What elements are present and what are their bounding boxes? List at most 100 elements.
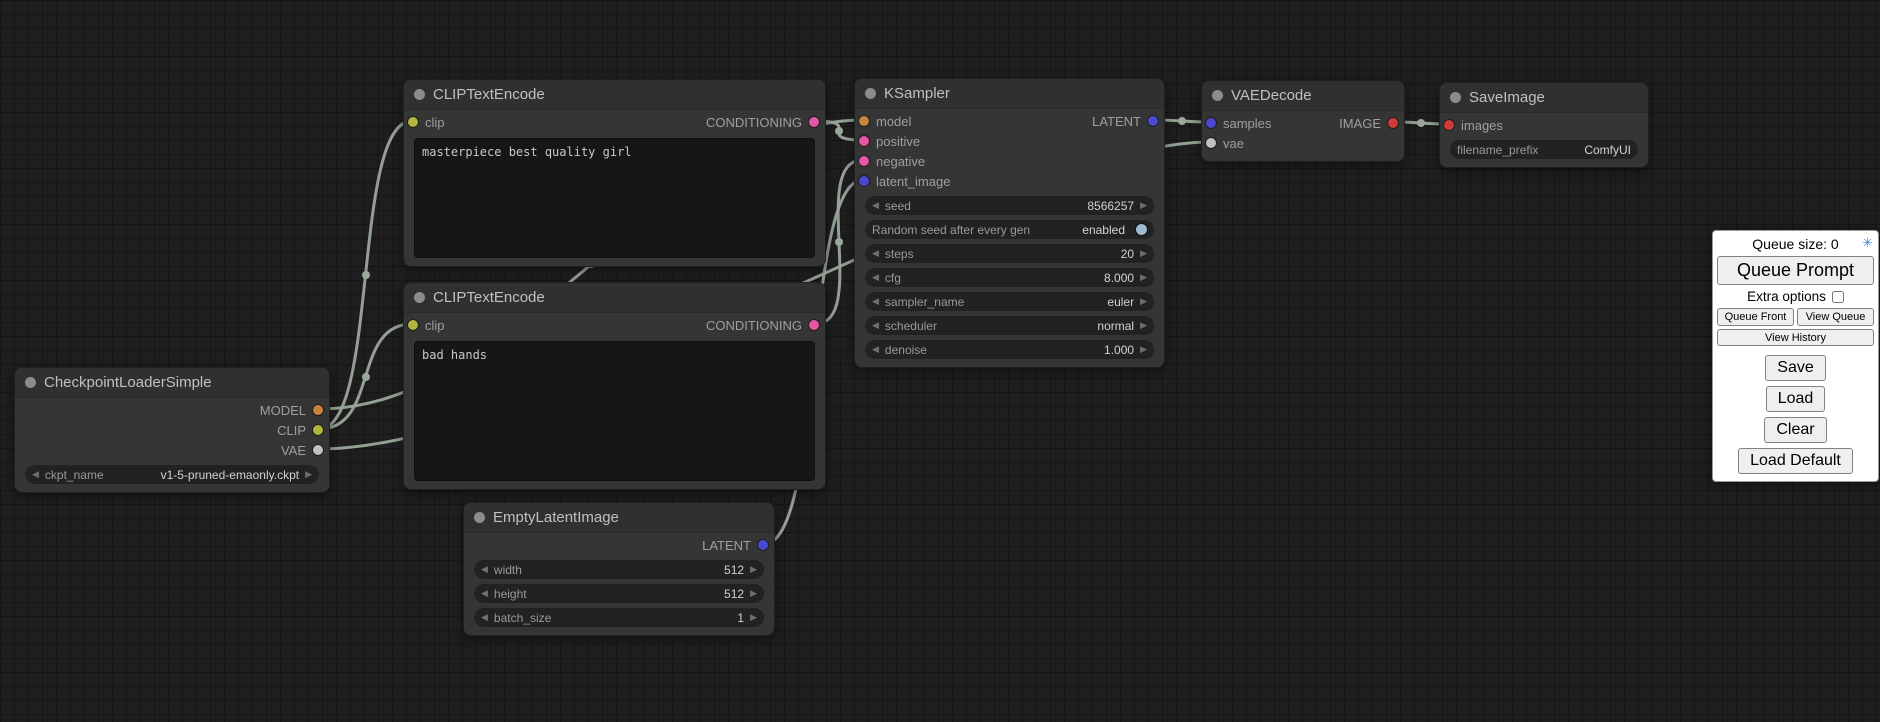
- node-title-bar[interactable]: CLIPTextEncode: [404, 80, 825, 110]
- output-label: LATENT: [1092, 114, 1141, 129]
- node-title: CLIPTextEncode: [433, 86, 545, 103]
- input-slot-samples[interactable]: [1206, 118, 1216, 128]
- output-label: LATENT: [702, 538, 751, 553]
- output-label: CLIP: [277, 423, 306, 438]
- widget-label: denoise: [885, 343, 927, 357]
- view-queue-button[interactable]: View Queue: [1797, 308, 1874, 326]
- decrement-arrow-icon[interactable]: ◀: [872, 297, 879, 306]
- widget-label: steps: [885, 247, 914, 261]
- output-slot-image[interactable]: [1388, 118, 1398, 128]
- widget-value: 1.000: [1104, 343, 1134, 357]
- node-title-bar[interactable]: CLIPTextEncode: [404, 283, 825, 313]
- input-slot-vae[interactable]: [1206, 138, 1216, 148]
- increment-arrow-icon[interactable]: ▶: [1140, 201, 1147, 210]
- widget-denoise[interactable]: ◀ denoise 1.000 ▶: [865, 340, 1154, 359]
- increment-arrow-icon[interactable]: ▶: [1140, 345, 1147, 354]
- widget-height[interactable]: ◀ height 512 ▶: [474, 584, 764, 603]
- input-label: latent_image: [876, 174, 950, 189]
- node-empty-latent-image[interactable]: EmptyLatentImage LATENT ◀ width 512 ▶ ◀ …: [463, 502, 775, 636]
- node-title-bar[interactable]: KSampler: [855, 79, 1164, 109]
- input-label: clip: [425, 318, 445, 333]
- output-label: CONDITIONING: [706, 115, 802, 130]
- clear-button[interactable]: Clear: [1764, 417, 1826, 443]
- collapse-dot-icon[interactable]: [1450, 92, 1461, 103]
- negative-prompt-textarea[interactable]: bad hands: [414, 341, 815, 481]
- view-history-button[interactable]: View History: [1717, 329, 1874, 346]
- collapse-dot-icon[interactable]: [25, 377, 36, 388]
- save-button[interactable]: Save: [1765, 355, 1825, 381]
- settings-icon[interactable]: ✳: [1862, 235, 1873, 251]
- output-slot-latent[interactable]: [758, 540, 768, 550]
- node-clip-text-encode-negative[interactable]: CLIPTextEncode clip CONDITIONING bad han…: [403, 282, 826, 490]
- input-slot-model[interactable]: [859, 116, 869, 126]
- collapse-dot-icon[interactable]: [865, 88, 876, 99]
- increment-arrow-icon[interactable]: ▶: [1140, 321, 1147, 330]
- node-checkpoint-loader-simple[interactable]: CheckpointLoaderSimple MODEL CLIP VAE: [14, 367, 330, 493]
- widget-seed[interactable]: ◀ seed 8566257 ▶: [865, 196, 1154, 215]
- widget-value: euler: [1107, 295, 1134, 309]
- extra-options-checkbox[interactable]: [1832, 291, 1844, 303]
- increment-arrow-icon[interactable]: ▶: [1140, 273, 1147, 282]
- collapse-dot-icon[interactable]: [414, 292, 425, 303]
- load-default-button[interactable]: Load Default: [1738, 448, 1853, 474]
- decrement-arrow-icon[interactable]: ◀: [872, 345, 879, 354]
- increment-arrow-icon[interactable]: ▶: [305, 470, 312, 479]
- increment-arrow-icon[interactable]: ▶: [750, 613, 757, 622]
- widget-seed-control[interactable]: Random seed after every gen enabled: [865, 220, 1154, 239]
- output-slot-latent[interactable]: [1148, 116, 1158, 126]
- widget-sampler-name[interactable]: ◀ sampler_name euler ▶: [865, 292, 1154, 311]
- input-slot-negative[interactable]: [859, 156, 869, 166]
- widget-filename-prefix[interactable]: filename_prefix ComfyUI: [1450, 140, 1638, 159]
- node-title-bar[interactable]: CheckpointLoaderSimple: [15, 368, 329, 398]
- decrement-arrow-icon[interactable]: ◀: [32, 470, 39, 479]
- seed-control-toggle-icon[interactable]: [1136, 224, 1147, 235]
- widget-label: batch_size: [494, 611, 551, 625]
- widget-scheduler[interactable]: ◀ scheduler normal ▶: [865, 316, 1154, 335]
- queue-prompt-button[interactable]: Queue Prompt: [1717, 256, 1874, 285]
- collapse-dot-icon[interactable]: [1212, 90, 1223, 101]
- decrement-arrow-icon[interactable]: ◀: [481, 589, 488, 598]
- output-slot-conditioning[interactable]: [809, 117, 819, 127]
- increment-arrow-icon[interactable]: ▶: [1140, 297, 1147, 306]
- link-midpoint-dot: [835, 127, 843, 135]
- input-slot-positive[interactable]: [859, 136, 869, 146]
- widget-batch-size[interactable]: ◀ batch_size 1 ▶: [474, 608, 764, 627]
- widget-steps[interactable]: ◀ steps 20 ▶: [865, 244, 1154, 263]
- widget-value: normal: [1097, 319, 1134, 333]
- increment-arrow-icon[interactable]: ▶: [750, 589, 757, 598]
- input-label: model: [876, 114, 911, 129]
- positive-prompt-textarea[interactable]: masterpiece best quality girl: [414, 138, 815, 258]
- queue-front-button[interactable]: Queue Front: [1717, 308, 1794, 326]
- output-slot-conditioning[interactable]: [809, 320, 819, 330]
- collapse-dot-icon[interactable]: [414, 89, 425, 100]
- widget-cfg[interactable]: ◀ cfg 8.000 ▶: [865, 268, 1154, 287]
- comfy-menu-panel[interactable]: Queue size: 0 ✳ Queue Prompt Extra optio…: [1712, 230, 1879, 482]
- input-slot-clip[interactable]: [408, 117, 418, 127]
- node-ksampler[interactable]: KSampler model LATENT positive: [854, 78, 1165, 368]
- node-title-bar[interactable]: SaveImage: [1440, 83, 1648, 113]
- output-slot-model[interactable]: [313, 405, 323, 415]
- decrement-arrow-icon[interactable]: ◀: [481, 565, 488, 574]
- decrement-arrow-icon[interactable]: ◀: [872, 321, 879, 330]
- node-graph-canvas[interactable]: CheckpointLoaderSimple MODEL CLIP VAE: [0, 0, 1880, 722]
- node-clip-text-encode-positive[interactable]: CLIPTextEncode clip CONDITIONING masterp…: [403, 79, 826, 267]
- decrement-arrow-icon[interactable]: ◀: [872, 249, 879, 258]
- output-slot-clip[interactable]: [313, 425, 323, 435]
- widget-ckpt-name[interactable]: ◀ ckpt_name v1-5-pruned-emaonly.ckpt ▶: [25, 465, 319, 484]
- increment-arrow-icon[interactable]: ▶: [1140, 249, 1147, 258]
- input-slot-latent-image[interactable]: [859, 176, 869, 186]
- decrement-arrow-icon[interactable]: ◀: [872, 273, 879, 282]
- decrement-arrow-icon[interactable]: ◀: [481, 613, 488, 622]
- node-save-image[interactable]: SaveImage images filename_prefix ComfyUI: [1439, 82, 1649, 168]
- widget-width[interactable]: ◀ width 512 ▶: [474, 560, 764, 579]
- increment-arrow-icon[interactable]: ▶: [750, 565, 757, 574]
- load-button[interactable]: Load: [1766, 386, 1826, 412]
- input-slot-images[interactable]: [1444, 120, 1454, 130]
- input-slot-clip[interactable]: [408, 320, 418, 330]
- decrement-arrow-icon[interactable]: ◀: [872, 201, 879, 210]
- node-title-bar[interactable]: VAEDecode: [1202, 81, 1404, 111]
- collapse-dot-icon[interactable]: [474, 512, 485, 523]
- output-slot-vae[interactable]: [313, 445, 323, 455]
- node-title-bar[interactable]: EmptyLatentImage: [464, 503, 774, 533]
- node-vae-decode[interactable]: VAEDecode samples IMAGE vae: [1201, 80, 1405, 162]
